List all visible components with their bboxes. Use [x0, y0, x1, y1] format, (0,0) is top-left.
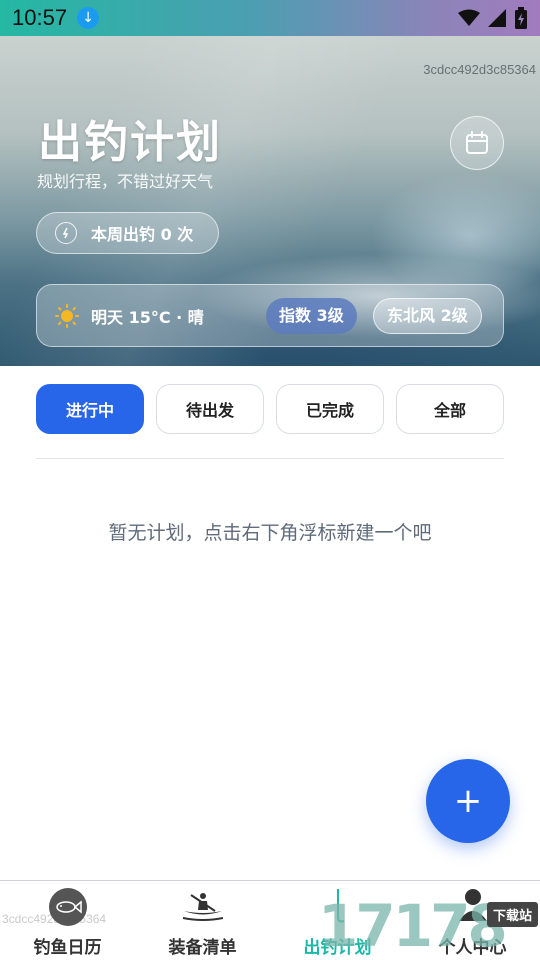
nav-item-calendar[interactable]: 钓鱼日历 [0, 881, 135, 960]
fish-icon [48, 888, 87, 926]
signal-icon [488, 9, 506, 27]
nav-label-gear: 装备清单 [168, 938, 237, 958]
tab-completed[interactable]: 已完成 [276, 384, 384, 434]
brand-site-label: 下载站 [486, 902, 538, 927]
wind-chip: 东北风 2级 [373, 298, 482, 334]
nav-item-gear[interactable]: 装备清单 [135, 881, 270, 960]
tab-all[interactable]: 全部 [396, 384, 504, 434]
status-time: 10:57 [12, 5, 68, 30]
status-tabs: 进行中 待出发 已完成 全部 [36, 384, 504, 434]
weekly-count-pill: 本周出钓 0 次 [36, 212, 219, 254]
weather-card: 明天 15°C · 晴 指数 3级 东北风 2级 [36, 284, 504, 347]
nav-label-calendar: 钓鱼日历 [33, 938, 102, 958]
divider [36, 458, 504, 459]
empty-state-message: 暂无计划，点击右下角浮标新建一个吧 [108, 522, 432, 544]
hook-icon [55, 222, 77, 244]
hero-banner: 3cdcc492d3c85364 出钓计划 规划行程，不错过好天气 本周出钓 0… [0, 36, 540, 366]
brand-watermark: 17178 下载站 [318, 892, 540, 960]
weather-summary: 明天 15°C · 晴 [91, 307, 204, 327]
device-id-text: 3cdcc492d3c85364 [423, 62, 536, 77]
calendar-button[interactable] [450, 116, 504, 170]
status-bar: 10:57 ↓ [0, 0, 540, 36]
wifi-icon [458, 9, 480, 26]
kayak-icon [182, 893, 223, 921]
battery-icon [515, 7, 527, 29]
weekly-count-label: 本周出钓 0 次 [91, 225, 194, 244]
download-icon: ↓ [77, 7, 100, 29]
tab-pending[interactable]: 待出发 [156, 384, 264, 434]
page-title: 出钓计划 [38, 117, 222, 168]
brand-number: 17178 [318, 892, 508, 960]
add-plan-button[interactable]: + [426, 759, 510, 843]
calendar-icon [466, 131, 488, 154]
tab-in-progress[interactable]: 进行中 [36, 384, 144, 434]
page-subtitle: 规划行程，不错过好天气 [37, 172, 214, 191]
fishing-index-chip: 指数 3级 [266, 298, 357, 334]
sun-icon [55, 303, 79, 328]
status-icons [458, 7, 528, 29]
plus-icon: + [453, 781, 483, 821]
